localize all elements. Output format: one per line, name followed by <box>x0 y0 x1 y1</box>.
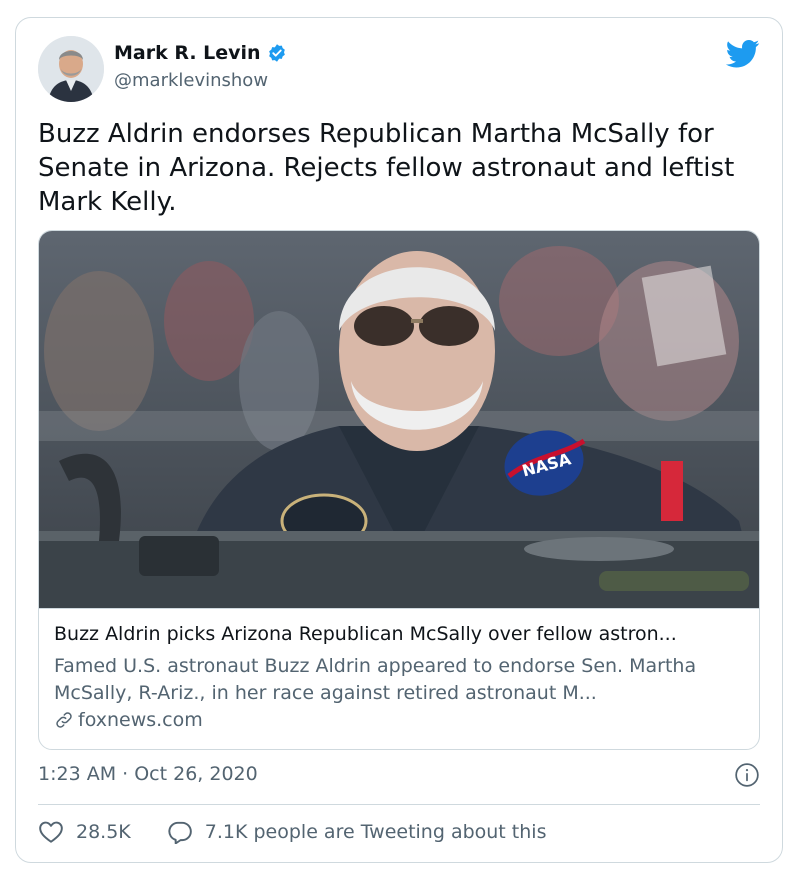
tweet-card[interactable]: Mark R. Levin @marklevinshow Buzz Aldrin… <box>15 17 783 863</box>
author-handle[interactable]: @marklevinshow <box>114 70 268 91</box>
info-icon[interactable] <box>734 762 760 788</box>
action-bar: 28.5K 7.1K people are Tweeting about thi… <box>38 820 546 844</box>
link-preview-image[interactable]: NASA <box>39 231 759 608</box>
link-preview-card[interactable]: NASA Buzz Aldrin picks Arizona Republica… <box>38 230 760 750</box>
link-domain-row[interactable]: foxnews.com <box>54 709 203 731</box>
link-icon <box>54 710 74 730</box>
tweet-timestamp[interactable]: 1:23 AM · Oct 26, 2020 <box>38 763 258 785</box>
link-domain-text[interactable]: foxnews.com <box>78 709 203 731</box>
author-display-name[interactable]: Mark R. Levin <box>114 42 261 64</box>
link-card-divider <box>39 608 759 609</box>
link-title[interactable]: Buzz Aldrin picks Arizona Republican McS… <box>54 623 754 645</box>
likes-count: 28.5K <box>76 821 131 843</box>
tweet-text: Buzz Aldrin endorses Republican Martha M… <box>38 119 735 217</box>
verified-badge-icon <box>267 43 287 63</box>
link-description: Famed U.S. astronaut Buzz Aldrin appeare… <box>54 655 697 704</box>
conversation-link[interactable]: 7.1K people are Tweeting about this <box>167 820 547 844</box>
twitter-bird-icon[interactable] <box>726 40 760 68</box>
avatar[interactable] <box>38 36 104 102</box>
actions-divider <box>38 804 760 805</box>
conversation-text[interactable]: 7.1K people are Tweeting about this <box>205 821 547 843</box>
heart-icon <box>38 820 64 844</box>
speech-bubble-icon <box>167 820 193 844</box>
like-button[interactable]: 28.5K <box>38 820 131 844</box>
